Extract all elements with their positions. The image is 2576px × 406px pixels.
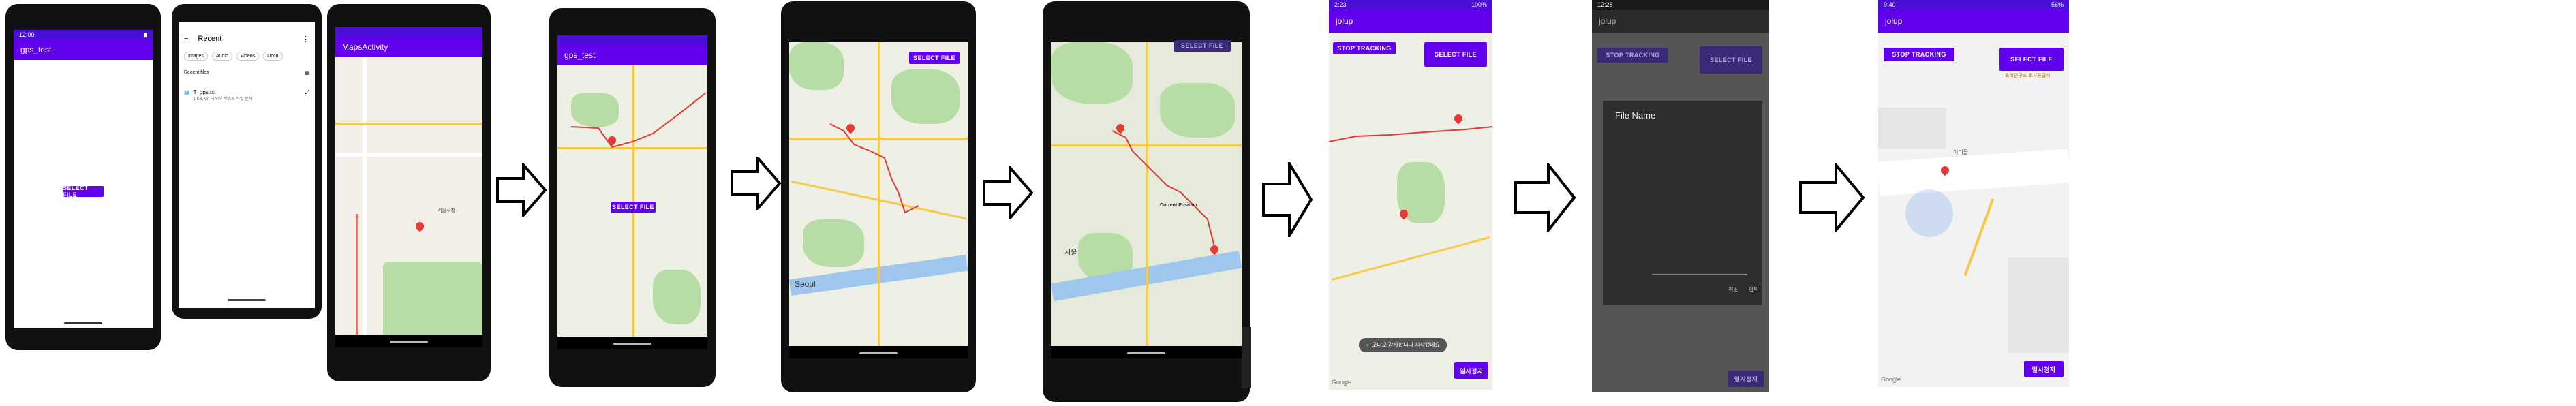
app-title: gps_test — [20, 45, 52, 54]
file-row[interactable]: ▤ T_gps.txt 1 KB, Wi-Fi 외부 텍스트 파일 문서 ⤢ — [179, 81, 315, 110]
select-file-button[interactable]: SELECT FILE — [611, 202, 656, 213]
pause-button[interactable]: 일시정지 — [1728, 371, 1764, 387]
phone-3: MapsActivity 서울시청 — [327, 4, 491, 381]
phone-6: Current Position 서울 SELECT FILE — [1043, 1, 1251, 402]
pause-button[interactable]: 일시정지 — [1454, 362, 1488, 379]
status-time: 2:23 — [1334, 1, 1347, 8]
poi-label: 특허연구소 토지공급지 — [2005, 74, 2051, 78]
toast-text: 오디오 감사합니다 시작됐네요 — [1371, 342, 1440, 348]
file-name-input[interactable] — [1652, 274, 1747, 275]
app-title: MapsActivity — [342, 42, 388, 52]
expand-icon[interactable]: ⤢ — [305, 89, 309, 96]
app-bar: MapsActivity — [335, 37, 482, 57]
river-label: 서울 — [1064, 249, 1077, 257]
map-view[interactable]: Current Position 서울 — [1051, 42, 1242, 358]
section-label: Recent files — [184, 70, 209, 75]
phone-2: ≡ Recent ⋮ Images Audio Videos Docu Rece… — [172, 4, 322, 319]
chip-audio[interactable]: Audio — [211, 52, 232, 61]
app-bar: jolup — [1329, 10, 1492, 33]
app-bar: jolup — [1592, 10, 1769, 33]
nav-bar — [335, 335, 482, 347]
dialog-title: File Name — [1615, 110, 1656, 121]
phone-9: 9:40 56% jolup 이디몰 특허연구소 토지공급지 Google STO… — [1878, 0, 2069, 387]
arrow-right-icon — [1514, 163, 1576, 232]
phone-7: 2:23 100% jolup ● 오디오 감사합니다 시작됐네요 Google S… — [1329, 0, 1492, 390]
status-bar — [557, 35, 707, 45]
battery-level: 100% — [1471, 1, 1487, 8]
status-bar: 12:28 — [1592, 0, 1769, 10]
status-bar: 2:23 100% — [1329, 0, 1492, 10]
file-icon: ▤ — [184, 89, 189, 95]
select-file-button[interactable]: SELECT FILE — [1424, 42, 1487, 67]
arrow-right-icon — [1262, 162, 1313, 237]
phone-5: Seoul SELECT FILE — [781, 1, 976, 392]
select-file-button[interactable]: SELECT FILE — [1999, 48, 2064, 71]
app-title: jolup — [1336, 16, 1353, 26]
chip-documents[interactable]: Docu — [263, 52, 283, 61]
phone-1: 12:00 ▮ gps_test SELECT FILE — [5, 4, 161, 350]
battery-level: 56% — [2051, 1, 2064, 8]
pause-button[interactable]: 일시정지 — [2024, 361, 2064, 377]
select-file-button[interactable]: SELECT FILE — [1174, 40, 1231, 52]
confirm-button[interactable]: 확인 — [1749, 286, 1759, 294]
status-bar: 9:40 56% — [1878, 0, 2069, 10]
status-bar: 12:00 ▮ — [14, 30, 153, 40]
file-meta: 1 KB, Wi-Fi 외부 텍스트 파일 문서 — [193, 97, 253, 102]
marker-pin[interactable] — [414, 220, 426, 232]
file-name: T_gps.txt — [193, 89, 216, 95]
nav-bar — [557, 337, 707, 349]
stop-tracking-button[interactable]: STOP TRACKING — [1333, 42, 1396, 54]
app-bar: gps_test — [557, 45, 707, 65]
map-view[interactable]: 서울시청 — [335, 57, 482, 347]
phone-8: 12:28 jolup STOP TRACKING SELECT FILE Fi… — [1592, 0, 1769, 392]
file-name-dialog: File Name 취소 확인 — [1603, 101, 1762, 305]
road-label: 이디몰 — [1953, 149, 1969, 155]
app-title: jolup — [1885, 16, 1903, 26]
chip-videos[interactable]: Videos — [236, 52, 260, 61]
map-view[interactable]: 이디몰 특허연구소 토지공급지 Google — [1878, 33, 2069, 387]
map-label: 서울시청 — [438, 208, 455, 213]
map-view[interactable]: Seoul — [789, 42, 968, 358]
select-file-button[interactable]: SELECT FILE — [1700, 46, 1762, 74]
status-bar — [789, 33, 968, 42]
map-view[interactable]: ● 오디오 감사합니다 시작됐네요 Google — [1329, 33, 1492, 390]
stop-tracking-button[interactable]: STOP TRACKING — [1884, 48, 1954, 61]
arrow-right-icon — [1799, 163, 1865, 232]
status-time: 12:00 — [19, 31, 35, 38]
app-bar: jolup — [1878, 10, 2069, 33]
section-header: Recent files ▦ — [179, 65, 315, 81]
chip-images[interactable]: Images — [184, 52, 208, 61]
select-file-button[interactable]: SELECT FILE — [63, 185, 104, 198]
select-file-button[interactable]: SELECT FILE — [909, 52, 960, 64]
status-time: 12:28 — [1597, 1, 1613, 8]
nav-bar — [14, 316, 153, 328]
nav-bar — [1051, 346, 1242, 358]
nav-bar — [789, 346, 968, 358]
google-logo: Google — [1881, 376, 1901, 383]
app-title: gps_test — [564, 50, 596, 60]
arrow-right-icon — [983, 166, 1033, 219]
google-logo: Google — [1332, 379, 1352, 386]
map-label: Seoul — [795, 279, 816, 289]
emulator-sidebar — [1242, 327, 1251, 388]
menu-icon[interactable]: ≡ — [184, 35, 188, 43]
accuracy-circle — [1905, 189, 1953, 237]
cancel-button[interactable]: 취소 — [1728, 286, 1738, 294]
status-time: 9:40 — [1884, 1, 1896, 8]
phone-4: gps_test SELECT FILE — [549, 8, 716, 387]
pin-label: Current Position — [1160, 203, 1197, 208]
status-bar — [335, 27, 482, 37]
arrow-right-icon — [731, 157, 781, 210]
arrow-right-icon — [496, 163, 547, 217]
toast-icon: ● — [1366, 342, 1369, 348]
app-title: jolup — [1599, 16, 1616, 26]
battery-icon: ▮ — [144, 31, 147, 38]
grid-view-icon[interactable]: ▦ — [305, 70, 309, 76]
picker-title: Recent — [198, 35, 222, 43]
more-icon[interactable]: ⋮ — [302, 35, 309, 44]
stop-tracking-button[interactable]: STOP TRACKING — [1597, 48, 1668, 63]
toast: ● 오디오 감사합니다 시작됐네요 — [1359, 338, 1447, 352]
app-bar: gps_test — [14, 40, 153, 60]
